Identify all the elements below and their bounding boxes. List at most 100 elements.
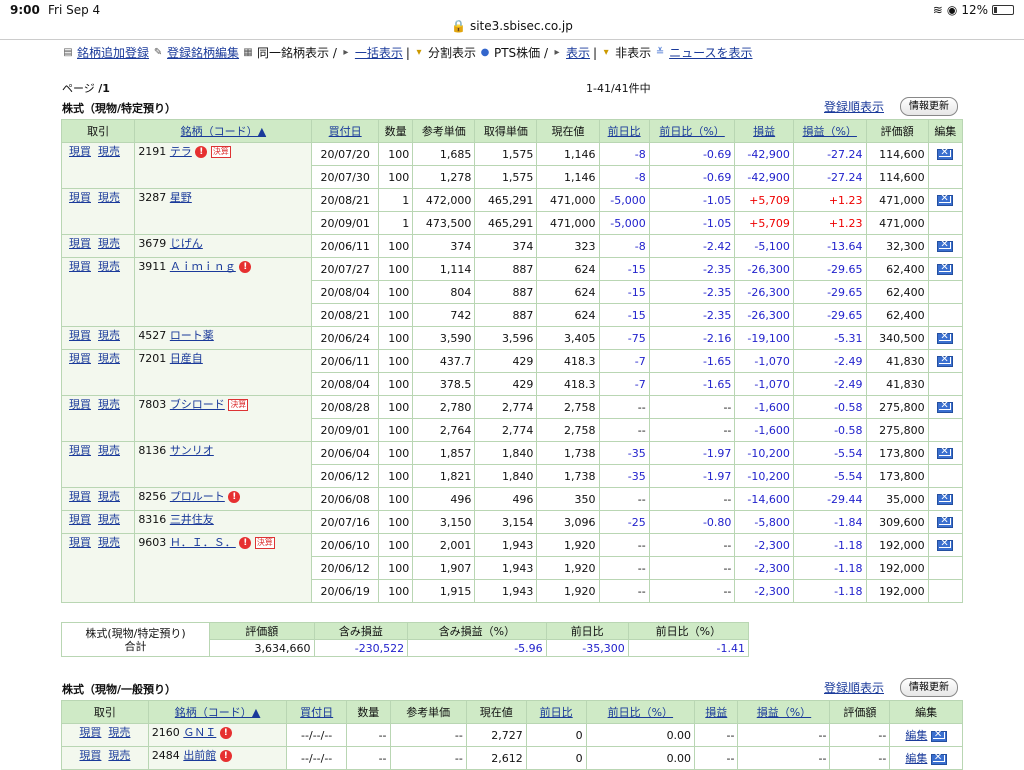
stock-name-link[interactable]: テラ bbox=[170, 145, 192, 158]
buy-link[interactable]: 現買 bbox=[69, 329, 91, 342]
stock-name-link[interactable]: 三井住友 bbox=[170, 513, 214, 526]
mail-alert-icon[interactable] bbox=[937, 239, 954, 252]
sort-column-link[interactable]: 買付日 bbox=[329, 125, 362, 138]
sell-link[interactable]: 現売 bbox=[98, 513, 120, 526]
add-stock-link[interactable]: 銘柄追加登録 bbox=[77, 44, 149, 61]
column-header[interactable]: 前日比 bbox=[598, 119, 650, 143]
sort-column-link[interactable]: 損益 bbox=[705, 706, 727, 719]
column-header[interactable]: 前日比（%） bbox=[648, 119, 736, 143]
registration-order-link[interactable]: 登録順表示 bbox=[824, 98, 884, 115]
sell-link[interactable]: 現売 bbox=[98, 490, 120, 503]
buy-link[interactable]: 現買 bbox=[69, 513, 91, 526]
stock-name-link[interactable]: サンリオ bbox=[170, 444, 214, 457]
mail-alert-icon[interactable] bbox=[937, 147, 954, 160]
sell-link[interactable]: 現売 bbox=[98, 352, 120, 365]
sell-link[interactable]: 現売 bbox=[98, 260, 120, 273]
mail-alert-icon[interactable] bbox=[937, 262, 954, 275]
sort-column-link[interactable]: 前日比（%） bbox=[608, 706, 673, 719]
buy-link[interactable]: 現買 bbox=[69, 145, 91, 158]
sort-column-link[interactable]: 前日比 bbox=[608, 125, 641, 138]
stock-name-link[interactable]: 出前館 bbox=[183, 749, 216, 762]
edit-link[interactable]: 編集 bbox=[905, 729, 927, 742]
buy-link[interactable]: 現買 bbox=[69, 191, 91, 204]
stock-name-link[interactable]: Ａｉｍｉｎｇ bbox=[170, 260, 236, 273]
sort-column-link[interactable]: 前日比 bbox=[540, 706, 573, 719]
alert-icon[interactable]: ! bbox=[228, 491, 241, 503]
sort-column-link[interactable]: 買付日 bbox=[300, 706, 333, 719]
alert-icon[interactable]: ! bbox=[239, 537, 252, 549]
column-header[interactable]: 前日比 bbox=[525, 700, 587, 724]
cell: 429 bbox=[474, 349, 538, 373]
column-header[interactable]: 損益（%） bbox=[792, 119, 867, 143]
sell-link[interactable]: 現売 bbox=[98, 145, 120, 158]
stock-name-link[interactable]: Ｈ．Ｉ．Ｓ． bbox=[170, 536, 236, 549]
sell-link[interactable]: 現売 bbox=[98, 536, 120, 549]
stock-name-link[interactable]: ロート薬 bbox=[170, 329, 214, 342]
buy-link[interactable]: 現買 bbox=[69, 398, 91, 411]
alert-icon[interactable]: ! bbox=[239, 261, 252, 273]
buy-link[interactable]: 現買 bbox=[69, 490, 91, 503]
mail-alert-icon[interactable] bbox=[937, 492, 954, 505]
refresh-button[interactable]: 情報更新 bbox=[900, 97, 958, 116]
column-header[interactable]: 損益（%） bbox=[737, 700, 831, 724]
mail-alert-icon[interactable] bbox=[937, 446, 954, 459]
alert-icon[interactable]: ! bbox=[219, 727, 232, 739]
stock-name-link[interactable]: 日産自 bbox=[170, 352, 203, 365]
cell: -29.44 bbox=[792, 487, 867, 511]
stock-name-link[interactable]: 星野 bbox=[170, 191, 192, 204]
mail-alert-icon[interactable] bbox=[937, 400, 954, 413]
edit-link[interactable]: 編集 bbox=[905, 752, 927, 765]
cell: 471,000 bbox=[865, 188, 929, 212]
buy-link[interactable]: 現買 bbox=[69, 352, 91, 365]
sell-link[interactable]: 現売 bbox=[98, 237, 120, 250]
sort-column-link[interactable]: 銘柄（コード）▲ bbox=[175, 706, 260, 719]
mail-alert-icon[interactable] bbox=[937, 193, 954, 206]
mail-alert-icon[interactable] bbox=[937, 354, 954, 367]
stock-name-cell: 9603 Ｈ．Ｉ．Ｓ． ! 決算 bbox=[134, 533, 313, 603]
sell-link[interactable]: 現売 bbox=[108, 726, 130, 739]
column-header[interactable]: 銘柄（コード）▲ bbox=[134, 119, 313, 143]
column-header[interactable]: 銘柄（コード）▲ bbox=[147, 700, 288, 724]
buy-link[interactable]: 現買 bbox=[69, 444, 91, 457]
mail-alert-icon[interactable] bbox=[937, 515, 954, 528]
buy-link[interactable]: 現買 bbox=[69, 260, 91, 273]
sort-column-link[interactable]: 損益 bbox=[753, 125, 775, 138]
buy-link[interactable]: 現買 bbox=[79, 726, 101, 739]
column-header[interactable]: 買付日 bbox=[311, 119, 379, 143]
stock-name-link[interactable]: ブシロード bbox=[170, 398, 225, 411]
stock-code: 2191 bbox=[138, 145, 167, 158]
bulk-display-link[interactable]: 一括表示 bbox=[355, 44, 403, 61]
buy-link[interactable]: 現買 bbox=[69, 237, 91, 250]
registration-order-link[interactable]: 登録順表示 bbox=[824, 679, 884, 696]
buy-link[interactable]: 現買 bbox=[69, 536, 91, 549]
column-header[interactable]: 買付日 bbox=[286, 700, 348, 724]
sell-link[interactable]: 現売 bbox=[98, 444, 120, 457]
address-bar[interactable]: 🔒 site3.sbisec.co.jp bbox=[0, 14, 1024, 40]
refresh-button[interactable]: 情報更新 bbox=[900, 678, 958, 697]
stock-name-link[interactable]: ＧＮＩ bbox=[183, 726, 216, 739]
cell: 100 bbox=[377, 165, 414, 189]
mail-alert-icon[interactable] bbox=[930, 752, 947, 765]
sell-link[interactable]: 現売 bbox=[98, 398, 120, 411]
sell-link[interactable]: 現売 bbox=[108, 749, 130, 762]
show-news-link[interactable]: ニュースを表示 bbox=[669, 44, 752, 61]
mail-alert-icon[interactable] bbox=[937, 538, 954, 551]
sell-link[interactable]: 現売 bbox=[98, 191, 120, 204]
column-header[interactable]: 前日比（%） bbox=[585, 700, 696, 724]
pts-show-link[interactable]: 表示 bbox=[566, 44, 590, 61]
alert-icon[interactable]: ! bbox=[195, 146, 208, 158]
sort-column-link[interactable]: 銘柄（コード）▲ bbox=[181, 125, 266, 138]
column-header[interactable]: 損益 bbox=[694, 700, 739, 724]
alert-icon[interactable]: ! bbox=[219, 750, 232, 762]
sell-link[interactable]: 現売 bbox=[98, 329, 120, 342]
buy-link[interactable]: 現買 bbox=[79, 749, 101, 762]
mail-alert-icon[interactable] bbox=[930, 729, 947, 742]
sort-column-link[interactable]: 前日比（%） bbox=[659, 125, 724, 138]
stock-name-link[interactable]: プロルート bbox=[170, 490, 225, 503]
stock-name-link[interactable]: じげん bbox=[170, 237, 203, 250]
sort-column-link[interactable]: 損益（%） bbox=[757, 706, 811, 719]
mail-alert-icon[interactable] bbox=[937, 331, 954, 344]
sort-column-link[interactable]: 損益（%） bbox=[802, 125, 856, 138]
edit-stock-link[interactable]: 登録銘柄編集 bbox=[167, 44, 239, 61]
column-header[interactable]: 損益 bbox=[734, 119, 794, 143]
